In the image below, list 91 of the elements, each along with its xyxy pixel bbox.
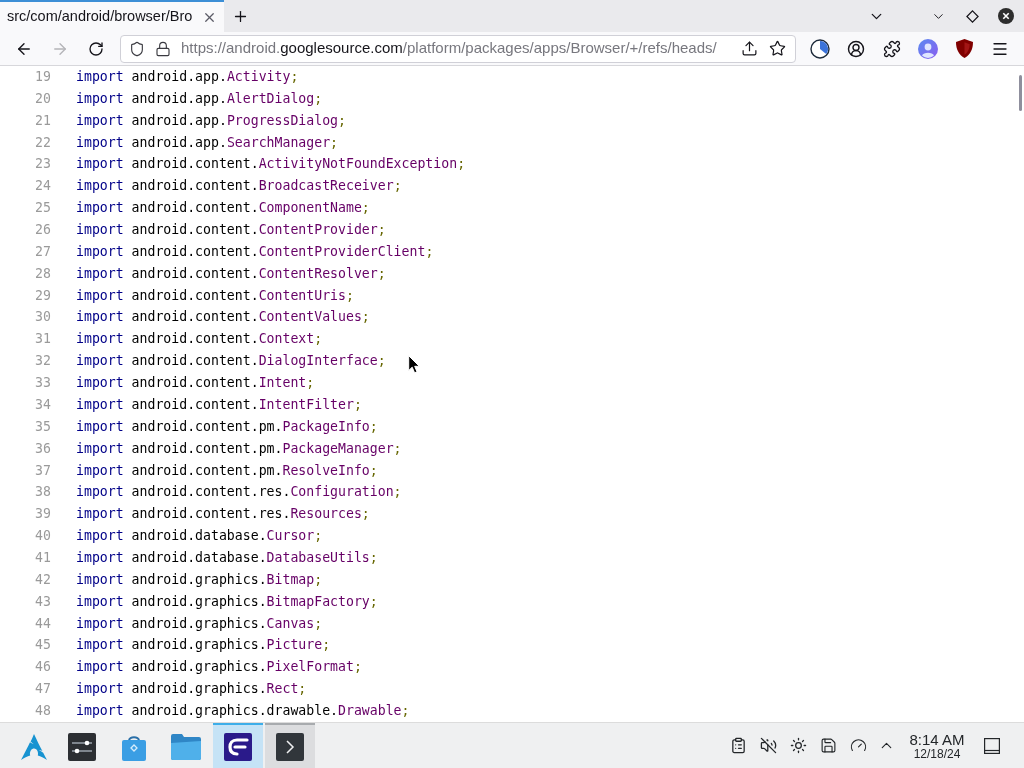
pie-chart-icon — [810, 38, 830, 59]
puzzle-icon — [883, 39, 901, 58]
browser-tab[interactable]: src/com/android/browser/Bro — [0, 0, 224, 32]
code-line: import android.graphics.Bitmap; — [76, 570, 323, 589]
profile-avatar-icon — [918, 38, 938, 59]
brightness-icon — [789, 737, 807, 754]
account-icon — [847, 39, 865, 58]
line-number: 42 — [34, 570, 51, 589]
code-line: import android.content.res.Resources; — [76, 505, 370, 524]
code-line: import android.app.SearchManager; — [76, 133, 339, 152]
code-line: import android.app.AlertDialog; — [76, 89, 323, 108]
code-line: import android.content.ContentProvider; — [76, 221, 386, 240]
line-number: 27 — [34, 242, 51, 261]
share-icon — [740, 40, 758, 57]
line-number: 41 — [34, 548, 51, 567]
line-number: 46 — [34, 658, 51, 677]
line-number: 47 — [34, 680, 51, 699]
folder-icon — [171, 733, 201, 760]
arch-logo-icon — [21, 733, 47, 760]
line-number: 19 — [34, 68, 51, 87]
code-line: import android.content.Context; — [76, 330, 323, 349]
line-number: 31 — [34, 330, 51, 349]
line-number: 33 — [34, 374, 51, 393]
line-number: 39 — [34, 505, 51, 524]
code-line: import android.content.ContentUris; — [76, 286, 354, 305]
shield-badge-icon — [955, 39, 973, 58]
line-number: 24 — [34, 177, 51, 196]
line-number: 20 — [34, 89, 51, 108]
line-number: 43 — [34, 592, 51, 611]
code-line: import android.graphics.Picture; — [76, 636, 331, 655]
taskbar-item[interactable] — [213, 723, 263, 768]
code-line: import android.content.IntentFilter; — [76, 395, 362, 414]
code-line: import android.database.DatabaseUtils; — [76, 548, 378, 567]
code-line: import android.graphics.Rect; — [76, 680, 307, 699]
line-number: 28 — [34, 264, 51, 283]
code-line: import android.content.ContentProviderClient; — [76, 242, 434, 261]
code-line: import android.graphics.PixelFormat; — [76, 658, 362, 677]
line-number: 34 — [34, 395, 51, 414]
address-bar[interactable]: https://android.googlesource.com/platform/packages/apps/Browser/+/refs/heads/ — [120, 34, 796, 63]
scrollbar-thumb[interactable] — [1019, 75, 1022, 111]
code-line: import android.content.ContentValues; — [76, 308, 370, 327]
star-icon — [768, 40, 786, 57]
line-number: 37 — [34, 461, 51, 480]
line-number: 32 — [34, 352, 51, 371]
shield-icon — [129, 40, 145, 57]
line-number: 45 — [34, 636, 51, 655]
code-line: import android.graphics.drawable.Drawable; — [76, 701, 410, 720]
line-number: 36 — [34, 439, 51, 458]
line-number: 48 — [34, 701, 51, 720]
lock-icon — [155, 40, 171, 57]
code-line: import android.content.pm.ResolveInfo; — [76, 461, 378, 480]
code-line: import android.content.res.Configuration; — [76, 483, 402, 502]
maximize-icon — [965, 9, 979, 23]
code-line: import android.database.Cursor; — [76, 527, 323, 546]
code-line: import android.app.ProgressDialog; — [76, 111, 346, 130]
clipboard-icon — [729, 737, 747, 754]
clock-time: 8:14 AM — [909, 731, 965, 747]
code-line: import android.content.pm.PackageManager; — [76, 439, 402, 458]
muted-speaker-icon — [759, 737, 777, 754]
line-number: 26 — [34, 221, 51, 240]
taskbar-item[interactable] — [265, 723, 315, 768]
mouse-pointer-icon — [408, 355, 420, 374]
line-number: 23 — [34, 155, 51, 174]
sliders-icon — [68, 732, 96, 761]
close-icon — [998, 8, 1014, 24]
code-line: import android.app.Activity; — [76, 68, 299, 87]
code-line: import android.content.ComponentName; — [76, 199, 370, 218]
terminal-icon — [276, 732, 304, 761]
show-desktop-icon — [984, 737, 1000, 754]
code-line: import android.content.ActivityNotFoundException; — [76, 155, 466, 174]
code-line: import android.graphics.BitmapFactory; — [76, 592, 378, 611]
app-logo-icon — [224, 732, 252, 761]
url-text: https://android.googlesource.com/platform/packages/apps/Browser/+/refs/heads/ — [181, 38, 717, 59]
code-line: import android.graphics.Canvas; — [76, 614, 323, 633]
line-number: 29 — [34, 286, 51, 305]
clock-date: 12/18/24 — [913, 747, 961, 760]
gauge-icon — [849, 737, 867, 754]
code-line: import android.content.Intent; — [76, 374, 315, 393]
code-line: import android.content.DialogInterface; — [76, 352, 386, 371]
line-number: 22 — [34, 133, 51, 152]
line-number: 30 — [34, 308, 51, 327]
reload-icon — [88, 40, 104, 57]
line-number: 35 — [34, 417, 51, 436]
code-line: import android.content.ContentResolver; — [76, 264, 386, 283]
line-number: 21 — [34, 111, 51, 130]
line-number: 38 — [34, 483, 51, 502]
code-line: import android.content.pm.PackageInfo; — [76, 417, 378, 436]
line-number: 40 — [34, 527, 51, 546]
code-line: import android.content.BroadcastReceiver; — [76, 177, 402, 196]
line-number: 44 — [34, 614, 51, 633]
line-number: 25 — [34, 199, 51, 218]
